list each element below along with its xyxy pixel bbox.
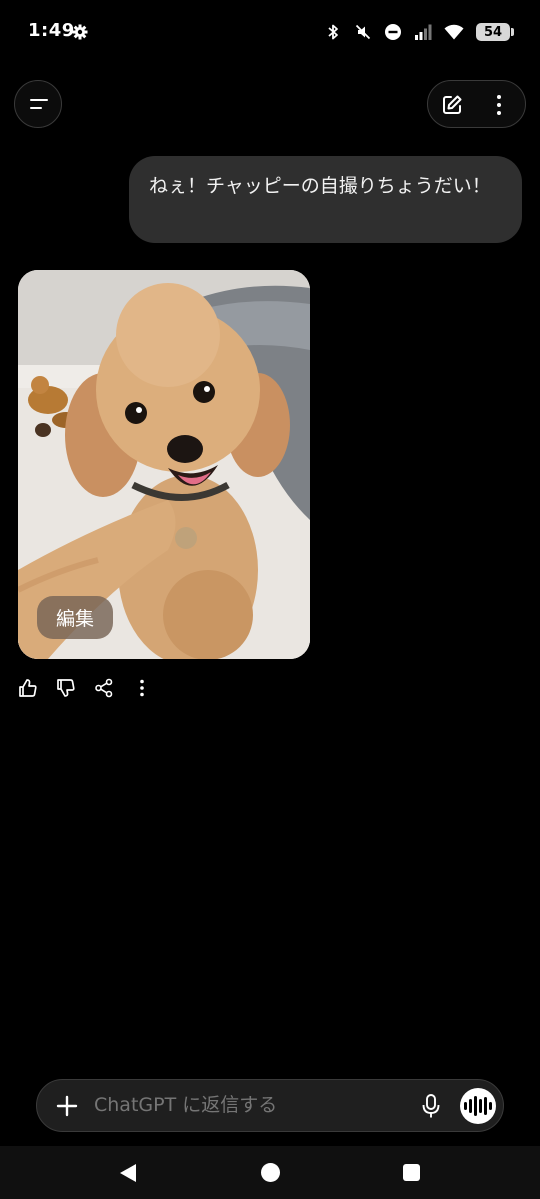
voice-mode-icon[interactable] bbox=[460, 1088, 496, 1124]
battery-icon: 54 bbox=[476, 23, 514, 41]
recents-icon[interactable] bbox=[403, 1164, 420, 1181]
header-actions bbox=[427, 80, 526, 128]
battery-level: 54 bbox=[483, 24, 503, 40]
thumbs-down-icon[interactable] bbox=[56, 678, 76, 698]
edit-image-button[interactable]: 編集 bbox=[37, 596, 113, 639]
wifi-icon bbox=[444, 24, 464, 40]
message-input[interactable] bbox=[94, 1094, 394, 1116]
more-vertical-icon[interactable] bbox=[132, 678, 152, 698]
back-icon[interactable] bbox=[119, 1163, 137, 1183]
generated-image[interactable]: 編集 bbox=[18, 270, 310, 659]
mute-icon bbox=[355, 24, 371, 40]
signal-icon bbox=[415, 24, 432, 40]
thumbs-up-icon[interactable] bbox=[18, 678, 38, 698]
menu-icon-line-2 bbox=[30, 107, 42, 109]
dnd-icon bbox=[385, 24, 401, 40]
status-time: 1:49 bbox=[28, 20, 75, 41]
home-icon[interactable] bbox=[261, 1163, 280, 1182]
menu-icon bbox=[30, 99, 48, 101]
status-bar: 1:49 54 bbox=[0, 0, 540, 66]
plus-icon[interactable] bbox=[55, 1094, 79, 1118]
status-icons: 54 bbox=[324, 20, 514, 44]
system-nav-bar bbox=[0, 1146, 540, 1199]
menu-button[interactable] bbox=[14, 80, 62, 128]
gear-icon bbox=[72, 24, 88, 40]
user-message: ねぇ！チャッピーの自撮りちょうだい！ bbox=[129, 156, 522, 243]
more-vertical-icon[interactable] bbox=[487, 93, 511, 117]
new-chat-icon[interactable] bbox=[440, 93, 464, 117]
bluetooth-icon bbox=[328, 24, 338, 40]
share-icon[interactable] bbox=[94, 678, 114, 698]
mic-icon[interactable] bbox=[419, 1093, 443, 1119]
message-actions bbox=[18, 676, 152, 700]
composer bbox=[36, 1079, 504, 1132]
